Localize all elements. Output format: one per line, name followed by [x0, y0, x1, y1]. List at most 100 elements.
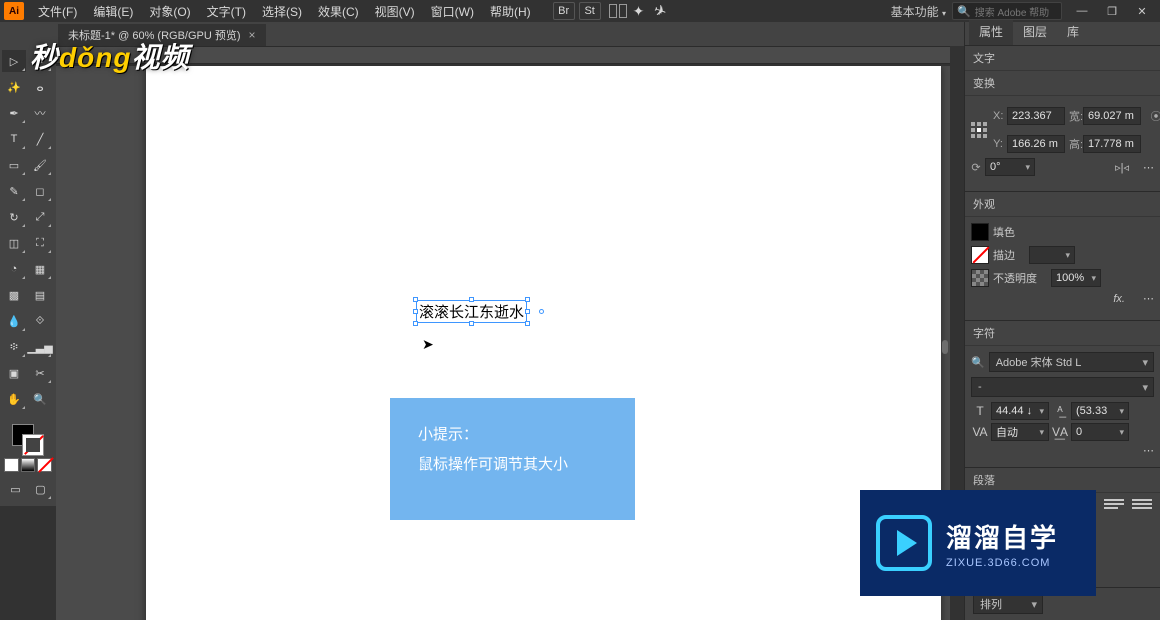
- section-text-heading: 文字: [965, 46, 1160, 71]
- y-label: Y:: [993, 138, 1003, 150]
- opacity-chip[interactable]: [971, 269, 989, 287]
- opacity-field[interactable]: 100%: [1051, 269, 1101, 287]
- width-tool[interactable]: ◫: [2, 232, 26, 254]
- artboard[interactable]: 滚滚长江东逝水 ➤ 小提示： 鼠标操作可调节其大小: [146, 66, 941, 620]
- curvature-tool[interactable]: 〰: [28, 102, 52, 124]
- eraser-tool[interactable]: ◻: [28, 180, 52, 202]
- kerning-field[interactable]: 自动: [991, 423, 1049, 441]
- fx-button[interactable]: fx.: [1113, 293, 1125, 305]
- artboard-tool[interactable]: ▣: [2, 362, 26, 384]
- bridge-button[interactable]: Br: [553, 2, 575, 20]
- search-input[interactable]: 🔍 搜索 Adobe 帮助: [952, 2, 1062, 20]
- angle-field[interactable]: 0°: [985, 158, 1035, 176]
- free-transform-tool[interactable]: ⛶: [28, 232, 52, 254]
- section-character-body: 🔍 Adobe 宋体 Std L - T 44.44 ↓ ᴬ̲ (53.33 V…: [965, 346, 1160, 468]
- scale-tool[interactable]: ⤢: [28, 206, 52, 228]
- menu-effect[interactable]: 效果(C): [310, 0, 367, 23]
- shaper-tool[interactable]: ✎: [2, 180, 26, 202]
- flip-horizontal-icon[interactable]: ▹|◃: [1115, 161, 1129, 174]
- gpu-icon[interactable]: ✦: [633, 3, 645, 20]
- slice-tool[interactable]: ✂: [28, 362, 52, 384]
- tracking-icon: V͟A: [1051, 423, 1069, 441]
- menu-edit[interactable]: 编辑(E): [85, 0, 141, 23]
- zoom-tool[interactable]: 🔍: [28, 388, 52, 410]
- tab-libraries[interactable]: 库: [1057, 20, 1089, 45]
- window-restore[interactable]: ❐: [1098, 1, 1126, 21]
- more-options-icon[interactable]: ⋯: [1143, 161, 1154, 174]
- h-field[interactable]: 17.778 m: [1083, 135, 1141, 153]
- justify-left-icon[interactable]: [1104, 499, 1124, 515]
- section-character-heading: 字符: [965, 321, 1160, 346]
- tab-layers[interactable]: 图层: [1013, 20, 1057, 45]
- y-field[interactable]: 166.26 m: [1007, 135, 1065, 153]
- document-tab[interactable]: 未标题-1* @ 60% (RGB/GPU 预览) ×: [58, 24, 266, 46]
- color-mode-solid[interactable]: [4, 458, 19, 472]
- type-tool[interactable]: T: [2, 128, 26, 150]
- rectangle-tool[interactable]: ▭: [2, 154, 26, 176]
- w-field[interactable]: 69.027 m: [1083, 107, 1141, 125]
- direct-selection-tool[interactable]: ▹: [28, 50, 52, 72]
- rotate-tool[interactable]: ↻: [2, 206, 26, 228]
- fill-label: 填色: [993, 224, 1015, 240]
- text-object[interactable]: 滚滚长江东逝水: [416, 300, 527, 323]
- arrange-button[interactable]: 排列: [973, 594, 1043, 614]
- draw-normal-icon[interactable]: ▭: [4, 478, 27, 500]
- more-options-icon[interactable]: ⋯: [1143, 445, 1154, 457]
- font-family-dropdown[interactable]: Adobe 宋体 Std L: [989, 352, 1154, 372]
- blend-tool[interactable]: ⟐: [28, 310, 52, 332]
- canvas-area[interactable]: 滚滚长江东逝水 ➤ 小提示： 鼠标操作可调节其大小: [56, 66, 950, 620]
- column-graph-tool[interactable]: ▁▃▅: [28, 336, 52, 358]
- color-mode-none[interactable]: [37, 458, 52, 472]
- menu-type[interactable]: 文字(T): [199, 0, 254, 23]
- menu-object[interactable]: 对象(O): [141, 0, 198, 23]
- window-close[interactable]: ✕: [1128, 1, 1156, 21]
- x-field[interactable]: 223.367: [1007, 107, 1065, 125]
- lasso-tool[interactable]: ⴰ: [28, 76, 52, 98]
- align-center-icon[interactable]: [1001, 499, 1021, 515]
- screen-mode-icon[interactable]: ▢: [29, 478, 52, 500]
- panel-collapse-handle[interactable]: [942, 340, 948, 354]
- shape-builder-tool[interactable]: ◔: [2, 258, 26, 280]
- symbol-sprayer-tool[interactable]: ፨: [2, 336, 26, 358]
- mesh-tool[interactable]: ▩: [2, 284, 26, 306]
- line-segment-tool[interactable]: ╱: [28, 128, 52, 150]
- tab-properties[interactable]: 属性: [969, 20, 1013, 45]
- stroke-swatch[interactable]: [22, 434, 44, 456]
- menu-view[interactable]: 视图(V): [367, 0, 423, 23]
- color-mode-gradient[interactable]: [21, 458, 36, 472]
- window-minimize[interactable]: —: [1068, 1, 1096, 21]
- gradient-tool[interactable]: ▤: [28, 284, 52, 306]
- document-tab-close[interactable]: ×: [249, 28, 256, 42]
- arrange-documents-icon[interactable]: [609, 4, 627, 18]
- more-options-icon[interactable]: ⋯: [1143, 292, 1154, 305]
- kerning-icon: VA: [971, 423, 989, 441]
- stroke-chip[interactable]: [971, 246, 989, 264]
- selection-tool[interactable]: ▷: [2, 50, 26, 72]
- find-font-icon[interactable]: 🔍: [971, 356, 985, 369]
- stock-button[interactable]: St: [579, 2, 601, 20]
- align-left-icon[interactable]: [973, 499, 993, 515]
- perspective-grid-tool[interactable]: ▦: [28, 258, 52, 280]
- toolbox: ▷ ▹ ✨ ⴰ ✒ 〰 T ╱ ▭ 🖌 ✎ ◻ ↻ ⤢ ◫ ⛶ ◔ ▦ ▩ ▤ …: [0, 46, 56, 506]
- menu-window[interactable]: 窗口(W): [423, 0, 482, 23]
- menu-help[interactable]: 帮助(H): [482, 0, 539, 23]
- paintbrush-tool[interactable]: 🖌: [28, 154, 52, 176]
- align-right-icon[interactable]: [1029, 499, 1049, 515]
- menu-file[interactable]: 文件(F): [30, 0, 85, 23]
- sync-icon[interactable]: ✈: [652, 0, 670, 21]
- fill-chip[interactable]: [971, 223, 989, 241]
- leading-field[interactable]: (53.33: [1071, 402, 1129, 420]
- pen-tool[interactable]: ✒: [2, 102, 26, 124]
- link-wh-icon[interactable]: ⦿: [1149, 102, 1160, 130]
- menu-select[interactable]: 选择(S): [254, 0, 310, 23]
- magic-wand-tool[interactable]: ✨: [2, 76, 26, 98]
- hand-tool[interactable]: ✋: [2, 388, 26, 410]
- font-style-dropdown[interactable]: -: [971, 377, 1154, 397]
- stroke-weight-field[interactable]: [1029, 246, 1075, 264]
- eyedropper-tool[interactable]: 💧: [2, 310, 26, 332]
- font-size-field[interactable]: 44.44 ↓: [991, 402, 1049, 420]
- tracking-field[interactable]: 0: [1071, 423, 1129, 441]
- workspace-switcher[interactable]: 基本功能 ▾: [891, 3, 946, 20]
- reference-point-icon[interactable]: [971, 122, 987, 138]
- justify-all-icon[interactable]: [1132, 499, 1152, 515]
